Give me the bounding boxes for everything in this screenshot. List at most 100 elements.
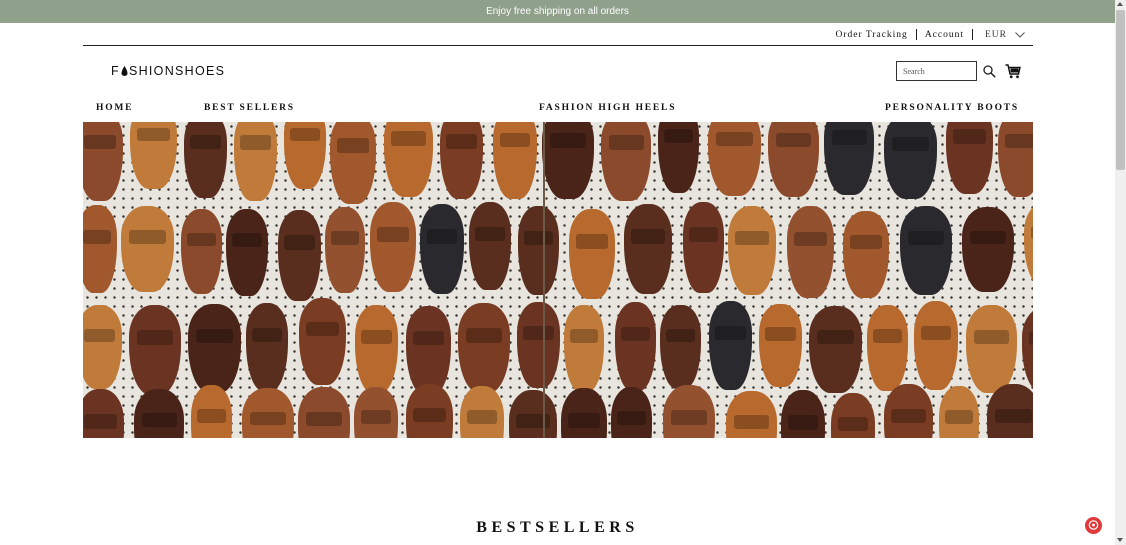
sandal-shape [242,388,294,438]
sandal-shape [658,122,699,193]
sandal-shape [946,122,993,194]
sandal-shape [517,302,560,388]
sandal-shape [354,387,398,438]
sandal-shape [564,305,604,392]
shoe-drop-icon [121,66,128,76]
sandal-shape [900,206,952,295]
sandal-shape [226,209,268,296]
nav-item-home[interactable]: HOME [96,103,133,113]
sandal-shape [939,386,979,438]
sandal-shape [569,209,615,299]
utility-links: Order Tracking Account EUR [827,29,1025,40]
sandal-shape [440,122,483,199]
sandal-shape [509,390,557,438]
utility-bar: Order Tracking Account EUR [83,23,1033,46]
image-divider [543,122,545,438]
sandal-shape [611,387,652,438]
sandal-shape [83,122,123,201]
sandal-shape [234,122,277,201]
currency-selector[interactable]: EUR [973,30,1025,40]
sandal-shape [759,304,802,387]
sandal-shape [83,305,122,389]
sandal-shape [181,209,222,294]
sandal-shape [246,303,288,391]
sandal-shape [518,206,559,295]
search-icon[interactable] [983,65,996,78]
search-input[interactable] [896,61,977,81]
sandal-shape [458,303,510,393]
help-chat-icon[interactable] [1085,517,1102,534]
sandal-shape [624,204,672,294]
sandal-shape [278,210,321,301]
sandal-shape [831,393,875,438]
sandal-shape [325,207,365,293]
sandal-shape [884,122,937,199]
announcement-bar: Enjoy free shipping on all orders [0,0,1115,23]
account-link[interactable]: Account [917,30,972,40]
sandal-shape [843,211,889,298]
cart-icon[interactable] [1005,64,1021,79]
sandal-shape [966,305,1017,393]
sandal-shape [384,122,433,197]
sandal-shape [726,391,777,438]
sandal-shape [355,305,398,393]
site-logo[interactable]: F SHIONSHOES [111,64,225,78]
sandal-shape [542,122,594,199]
sandal-shape [298,387,350,438]
sandal-shape [83,205,117,293]
sandal-shape [121,206,174,292]
sandal-shape [824,122,874,195]
sandal-shape [987,384,1033,438]
sandal-shape [709,301,752,390]
sandal-shape [867,305,908,391]
sandal-shape [1022,307,1033,393]
sandal-shape [998,122,1033,197]
sandal-shape [330,122,376,204]
sandal-shape [884,384,933,438]
sandal-shape [134,389,184,438]
sandal-shape [188,304,241,393]
sandal-shape [663,385,715,438]
sandal-shape [460,386,504,438]
logo-text-end: SHIONSHOES [128,64,226,78]
sandal-shape [683,202,724,293]
scroll-thumb[interactable] [1116,10,1125,170]
sandal-shape [406,384,453,438]
sandal-shape [809,306,862,393]
sandal-shape [493,122,537,199]
sandal-shape [601,122,651,201]
sandal-shape [191,385,232,438]
scroll-up-arrow-icon[interactable] [1117,2,1123,6]
sandal-shape [708,122,761,196]
nav-item-fashion-high-heels[interactable]: FASHION HIGH HEELS [539,103,676,113]
sandal-shape [561,388,607,438]
sandal-shape [83,389,124,438]
sandal-shape [962,207,1014,292]
chevron-down-icon [1015,31,1025,38]
sandal-shape [469,202,511,290]
currency-value: EUR [985,29,1007,40]
sandal-shape [299,298,346,385]
scroll-down-arrow-icon[interactable] [1117,538,1123,542]
sandal-shape [129,305,181,395]
sandal-shape [615,302,656,391]
sandal-shape [787,206,834,298]
nav-item-best-sellers[interactable]: BEST SELLERS [204,103,295,113]
sandal-shape [660,305,701,389]
nav-item-personality-boots[interactable]: PERSONALITY BOOTS [885,103,1019,113]
sandal-shape [184,122,227,198]
sandal-shape [284,122,326,189]
main-nav: HOME BEST SELLERS FASHION HIGH HEELS PER… [83,103,1033,117]
sandal-shape [914,301,958,390]
logo-text-start: F [111,64,120,78]
sandal-shape [781,390,825,438]
announcement-text: Enjoy free shipping on all orders [486,6,629,17]
sandal-shape [420,204,464,294]
sandal-shape [406,306,451,395]
sandal-shape [130,122,177,189]
sandal-shape [370,202,416,292]
order-tracking-link[interactable]: Order Tracking [827,30,915,40]
scrollbar[interactable] [1115,0,1126,545]
sandal-shape [728,206,776,295]
hero-banner-image[interactable] [83,122,1033,438]
